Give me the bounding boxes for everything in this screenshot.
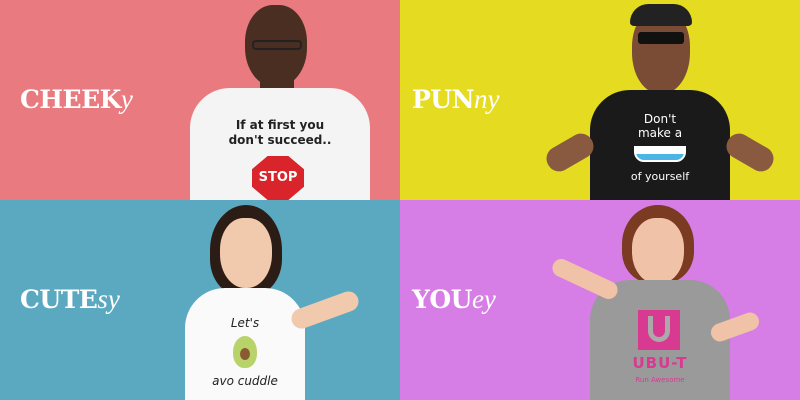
shirt-text: Don't make a (590, 112, 730, 140)
stop-sign: STOP (252, 156, 304, 200)
panel-punny: PUNny Don't make a of yourself (400, 0, 800, 200)
panel-cutesy: CUTEsy Let's avo cuddle (0, 200, 400, 400)
panel-youey: YOUey UBU-T Run Awesome (400, 200, 800, 400)
glasses-icon (252, 40, 302, 50)
title-bold: CUTE (20, 285, 98, 314)
shirt-text: Let's (230, 316, 260, 330)
shirt-text: of yourself (630, 170, 690, 183)
spectacles-icon (634, 146, 686, 162)
tagline-text: Run Awesome (635, 376, 685, 384)
shirt-text: If at first you don't succeed.. (228, 118, 332, 147)
shirt-line: Don't (643, 112, 677, 126)
title-italic: sy (97, 284, 120, 314)
panel-cheeky: CHEEKy If at first you don't succeed.. S… (0, 0, 400, 200)
model-photo: UBU-T Run Awesome (549, 200, 770, 400)
title-bold: YOU (412, 285, 472, 314)
ubu-t-logo-icon (638, 310, 680, 350)
sunglasses-icon (638, 32, 684, 44)
title-italic: ey (471, 284, 496, 314)
logo-text: UBU-T (632, 354, 688, 372)
shirt-text: avo cuddle (212, 374, 278, 388)
title-italic: ny (473, 84, 500, 114)
panel-title: CHEEKy (20, 84, 133, 115)
model-photo: Let's avo cuddle (180, 200, 380, 400)
banner-grid: CHEEKy If at first you don't succeed.. S… (0, 0, 800, 400)
shirt-line: make a (637, 126, 683, 140)
title-italic: y (120, 84, 133, 114)
panel-title: YOUey (412, 284, 496, 315)
panel-title: CUTEsy (20, 284, 120, 315)
model-photo: Don't make a of yourself (540, 0, 780, 200)
cap-icon (630, 4, 692, 26)
panel-title: PUNny (412, 84, 499, 115)
title-bold: CHEEK (20, 85, 121, 114)
model-photo: If at first you don't succeed.. STOP (190, 0, 370, 200)
title-bold: PUN (412, 85, 474, 114)
avocado-icon (233, 336, 257, 368)
